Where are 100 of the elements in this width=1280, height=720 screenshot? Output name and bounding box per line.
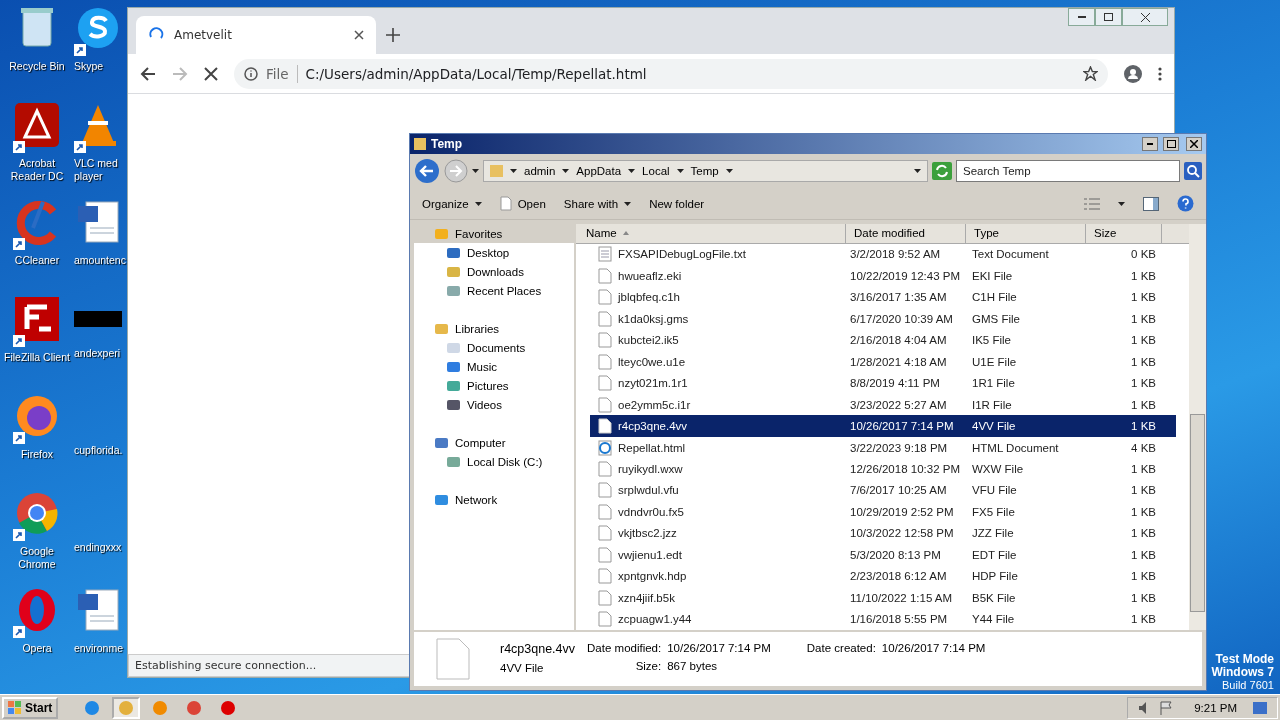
dark-thumbnail-icon bbox=[74, 311, 122, 327]
preview-pane-icon[interactable] bbox=[1143, 196, 1159, 211]
nav-item[interactable]: Libraries bbox=[414, 319, 574, 338]
search-icon[interactable] bbox=[1184, 162, 1202, 180]
clock[interactable]: 9:21 PM bbox=[1194, 701, 1237, 714]
desktop-icon-label[interactable]: cupflorida. bbox=[74, 444, 123, 457]
desktop-icon-label[interactable]: Google Chrome bbox=[1, 545, 73, 571]
file-name: lteyc0we.u1e bbox=[618, 355, 686, 368]
nav-item[interactable]: Music bbox=[414, 357, 574, 376]
breadcrumb-item[interactable]: AppData bbox=[576, 165, 622, 177]
browser-tab[interactable]: Ametvelit bbox=[136, 16, 376, 54]
breadcrumb-item[interactable]: admin bbox=[524, 165, 556, 177]
desktop-icon-label[interactable]: amountenc bbox=[74, 254, 126, 267]
file-row[interactable]: vkjtbsc2.jzz 10/3/2022 12:58 PM JZZ File 1 KB bbox=[590, 522, 1176, 545]
type-cell: U1E File bbox=[972, 355, 1017, 368]
file-row[interactable]: ruyikydl.wxw 12/26/2018 10:32 PM WXW File 1 KB bbox=[590, 458, 1176, 480]
file-row[interactable]: vdndvr0u.fx5 10/29/2019 2:52 PM FX5 File 1 KB bbox=[590, 501, 1176, 523]
file-name: xzn4jiif.b5k bbox=[618, 591, 675, 604]
show-desktop-icon[interactable] bbox=[1253, 701, 1267, 714]
desktop-icon-label[interactable]: FileZilla Client bbox=[4, 351, 70, 364]
detail-value: 10/26/2017 7:14 PM bbox=[881, 642, 986, 654]
file-row[interactable]: oe2ymm5c.i1r 3/23/2022 5:27 AM I1R File 1 KB bbox=[590, 393, 1176, 416]
column-header[interactable]: Size bbox=[1086, 224, 1162, 243]
toolbar-button[interactable]: Share with bbox=[563, 197, 632, 210]
new-tab-icon[interactable] bbox=[386, 28, 400, 42]
address-bar[interactable]: admin AppData Local Temp bbox=[483, 160, 928, 182]
toolbar-button[interactable]: New folder bbox=[649, 197, 705, 210]
address-bar[interactable]: File C:/Users/admin/AppData/Local/Temp/Repellat.html bbox=[234, 58, 1108, 89]
caret-icon bbox=[676, 169, 684, 173]
scrollbar[interactable] bbox=[1189, 224, 1206, 630]
file-name: vdndvr0u.fx5 bbox=[618, 505, 684, 518]
maximize-button[interactable] bbox=[1095, 8, 1122, 26]
minimize-button[interactable] bbox=[1068, 8, 1095, 26]
forward-button[interactable] bbox=[444, 159, 468, 183]
file-row[interactable]: kubctei2.ik5 2/16/2018 4:04 AM IK5 File 1 KB bbox=[590, 329, 1176, 351]
date-cell: 3/16/2017 1:35 AM bbox=[850, 291, 947, 304]
file-row[interactable]: r4cp3qne.4vv 10/26/2017 7:14 PM 4VV File 1 KB bbox=[590, 415, 1176, 437]
close-button[interactable] bbox=[1186, 137, 1202, 151]
nav-item[interactable]: Pictures bbox=[414, 376, 574, 395]
nav-item[interactable]: Recent Places bbox=[414, 281, 574, 300]
file-row[interactable]: lteyc0we.u1e 1/28/2021 4:18 AM U1E File 1 KB bbox=[590, 350, 1176, 373]
start-button[interactable]: Start bbox=[2, 696, 59, 719]
date-cell: 10/22/2019 12:43 PM bbox=[850, 269, 960, 282]
desktop-icon-label[interactable]: Skype bbox=[74, 60, 104, 73]
desktop-icon-label[interactable]: andexperi bbox=[74, 347, 121, 360]
size-cell: 1 KB bbox=[1131, 355, 1156, 368]
file-row[interactable]: xpntgnvk.hdp 2/23/2018 6:12 AM HDP File 1 KB bbox=[590, 565, 1176, 588]
refresh-icon[interactable] bbox=[932, 162, 952, 180]
file-row[interactable]: jblqbfeq.c1h 3/16/2017 1:35 AM C1H File 1 KB bbox=[590, 286, 1176, 308]
column-header[interactable]: Date modified bbox=[846, 224, 966, 243]
nav-item[interactable]: Local Disk (C:) bbox=[414, 452, 574, 471]
nav-item[interactable]: Network bbox=[414, 490, 574, 509]
help-icon[interactable] bbox=[1177, 195, 1194, 212]
file-row[interactable]: Repellat.html 3/22/2023 9:18 PM HTML Document 4 KB bbox=[590, 436, 1176, 459]
desktop-icon-label[interactable]: Acrobat Reader DC bbox=[1, 157, 73, 183]
menu-icon[interactable] bbox=[1158, 66, 1162, 81]
minimize-button[interactable] bbox=[1142, 137, 1158, 151]
nav-item[interactable]: Documents bbox=[414, 338, 574, 357]
flag-icon[interactable] bbox=[1160, 700, 1173, 715]
column-header[interactable]: Type bbox=[966, 224, 1086, 243]
file-row[interactable]: xzn4jiif.b5k 11/10/2022 1:15 AM B5K File 1 KB bbox=[590, 587, 1176, 609]
file-icon bbox=[598, 396, 612, 413]
breadcrumb-item[interactable]: Temp bbox=[690, 165, 719, 177]
nav-item[interactable]: Computer bbox=[414, 433, 574, 452]
date-cell: 5/3/2020 8:13 PM bbox=[850, 548, 941, 561]
nav-item[interactable]: Favorites bbox=[414, 224, 574, 243]
minimize-icon bbox=[1147, 143, 1153, 145]
os-notice-text: Windows 7 bbox=[1211, 666, 1274, 679]
size-cell: 1 KB bbox=[1131, 548, 1156, 561]
file-row[interactable]: srplwdul.vfu 7/6/2017 10:25 AM VFU File 1 KB bbox=[590, 479, 1176, 502]
nav-item[interactable]: Downloads bbox=[414, 262, 574, 281]
file-icon bbox=[499, 196, 512, 211]
desktop-icon-label[interactable]: endingxxx bbox=[74, 541, 122, 554]
back-button[interactable] bbox=[414, 158, 440, 184]
account-icon[interactable] bbox=[1124, 64, 1142, 83]
maximize-button[interactable] bbox=[1163, 137, 1179, 151]
nav-item[interactable]: Desktop bbox=[414, 243, 574, 262]
detail-value: 10/26/2017 7:14 PM bbox=[667, 642, 771, 654]
file-row[interactable]: zcpuagw1.y44 1/16/2018 5:55 PM Y44 File 1 KB bbox=[590, 608, 1176, 630]
file-row[interactable]: nzyt021m.1r1 8/8/2019 4:11 PM 1R1 File 1 KB bbox=[590, 372, 1176, 394]
file-row[interactable]: vwjienu1.edt 5/3/2020 8:13 PM EDT File 1 KB bbox=[590, 544, 1176, 566]
file-row[interactable]: k1da0ksj.gms 6/17/2020 10:39 AM GMS File 1 KB bbox=[590, 307, 1176, 330]
close-icon[interactable] bbox=[354, 30, 364, 40]
back-icon[interactable] bbox=[140, 65, 156, 82]
desktop-icon-label[interactable]: Recycle Bin bbox=[9, 60, 65, 73]
file-row[interactable]: FXSAPIDebugLogFile.txt 3/2/2018 9:52 AM Text Document 0 KB bbox=[590, 243, 1176, 265]
file-row[interactable]: hwueaflz.eki 10/22/2019 12:43 PM EKI File 1 KB bbox=[590, 265, 1176, 287]
desktop-icon-label[interactable]: environme bbox=[74, 642, 124, 655]
desktop-icon-label[interactable]: Opera bbox=[22, 642, 52, 655]
column-header[interactable]: Name bbox=[576, 224, 846, 243]
desktop-icon-label[interactable]: VLC med player bbox=[74, 157, 126, 183]
toolbar-button[interactable]: Organize bbox=[422, 197, 482, 210]
desktop-icon-label[interactable]: Firefox bbox=[20, 448, 54, 461]
search-field[interactable]: Search Temp bbox=[956, 160, 1180, 182]
nav-item[interactable]: Videos bbox=[414, 395, 574, 414]
breadcrumb-item[interactable]: Local bbox=[642, 165, 670, 177]
toolbar-button[interactable]: Open bbox=[499, 196, 546, 211]
detail-file-type: 4VV File bbox=[500, 662, 545, 674]
file-name: r4cp3qne.4vv bbox=[618, 420, 688, 433]
desktop-icon-label[interactable]: CCleaner bbox=[14, 254, 60, 267]
